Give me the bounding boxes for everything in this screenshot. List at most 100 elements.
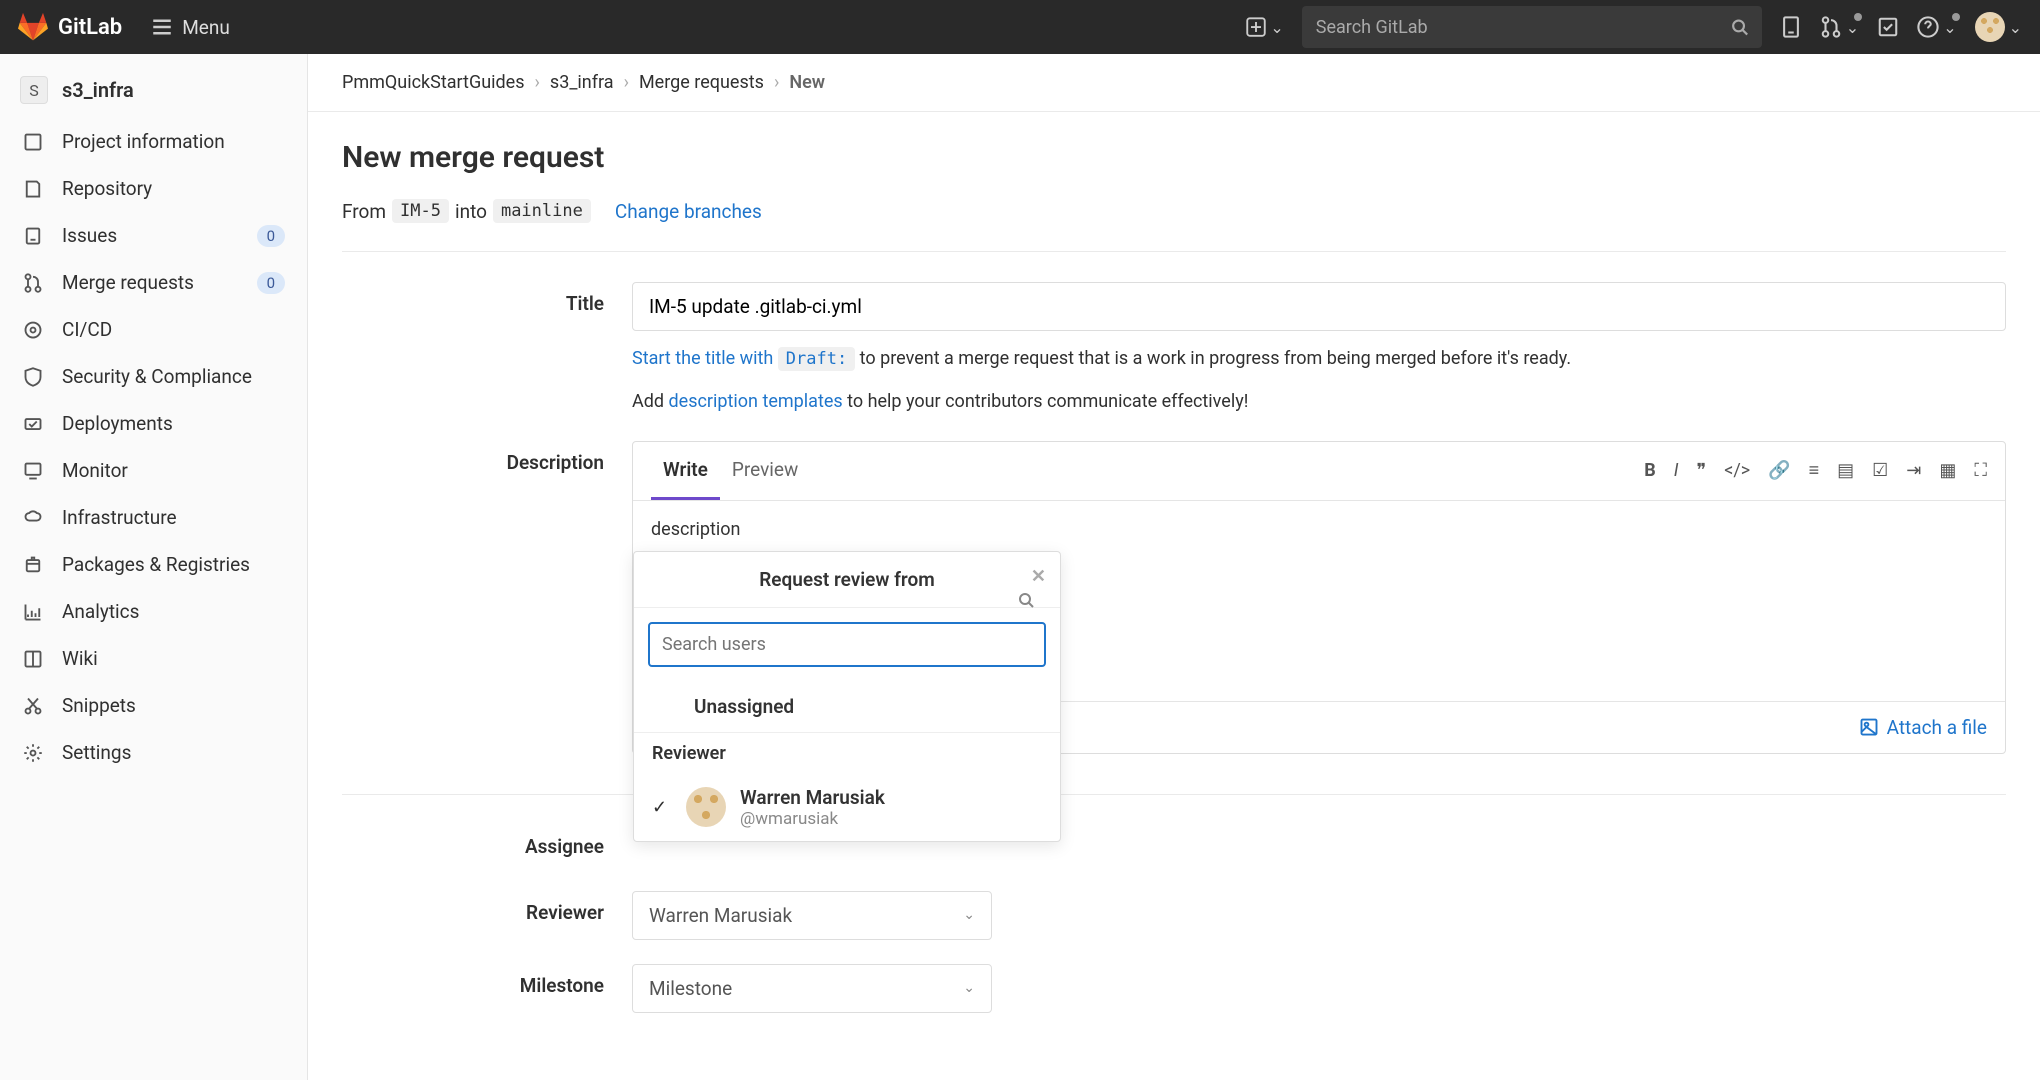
search-input[interactable] <box>1316 17 1731 38</box>
preview-tab[interactable]: Preview <box>720 442 810 500</box>
add-label: Add <box>632 391 669 412</box>
help-icon <box>1917 16 1939 38</box>
numbered-list-icon[interactable]: ▤ <box>1837 460 1854 481</box>
search-icon <box>1731 18 1748 36</box>
reviewer-dropdown: Request review from ✕ Unassigned Reviewe… <box>633 551 1061 842</box>
sidebar-item-packages[interactable]: Packages & Registries <box>0 541 307 588</box>
attach-file-button[interactable]: Attach a file <box>1859 716 1987 739</box>
sidebar-item-project-information[interactable]: Project information <box>0 118 307 165</box>
gear-icon <box>22 742 44 764</box>
milestone-select[interactable]: Milestone⌄ <box>632 964 992 1013</box>
sidebar-item-label: Settings <box>62 741 131 764</box>
sidebar: S s3_infra Project information Repositor… <box>0 54 308 1080</box>
avatar <box>686 787 726 827</box>
shield-icon <box>22 366 44 388</box>
user-search-input[interactable] <box>648 622 1046 667</box>
milestone-value: Milestone <box>649 977 732 1000</box>
draft-prefix-link[interactable]: Start the title with <box>632 348 778 369</box>
user-menu[interactable]: ⌄ <box>1975 12 2022 42</box>
sidebar-item-label: Snippets <box>62 694 136 717</box>
italic-icon[interactable]: I <box>1674 460 1679 481</box>
merge-requests-shortcut[interactable]: ⌄ <box>1820 16 1859 38</box>
document-icon <box>1780 16 1802 38</box>
logo-area[interactable]: GitLab <box>18 12 122 42</box>
issues-shortcut[interactable] <box>1780 16 1802 38</box>
sidebar-item-merge-requests[interactable]: Merge requests0 <box>0 259 307 306</box>
task-list-icon[interactable]: ☑ <box>1872 460 1888 481</box>
sidebar-item-wiki[interactable]: Wiki <box>0 635 307 682</box>
template-helper: Add description templates to help your c… <box>632 388 2006 417</box>
reviewer-select[interactable]: Warren Marusiak⌄ <box>632 891 992 940</box>
description-editor: Write Preview B I ❞ </> 🔗 ≡ ▤ ☑ <box>632 441 2006 754</box>
indent-icon[interactable]: ⇥ <box>1906 460 1921 481</box>
bullet-list-icon[interactable]: ≡ <box>1809 460 1820 481</box>
topbar: GitLab Menu ⌄ ⌄ ⌄ ⌄ <box>0 0 2040 54</box>
sidebar-item-security[interactable]: Security & Compliance <box>0 353 307 400</box>
brand-name: GitLab <box>58 15 122 40</box>
template-link[interactable]: description templates <box>669 391 843 412</box>
help-dropdown[interactable]: ⌄ <box>1917 16 1956 38</box>
breadcrumb-link[interactable]: s3_infra <box>550 72 614 93</box>
sidebar-item-repository[interactable]: Repository <box>0 165 307 212</box>
sidebar-item-analytics[interactable]: Analytics <box>0 588 307 635</box>
milestone-label: Milestone <box>342 964 632 1013</box>
sidebar-item-label: Infrastructure <box>62 506 177 529</box>
page-title: New merge request <box>342 140 2006 175</box>
editor-toolbar: B I ❞ </> 🔗 ≡ ▤ ☑ ⇥ ▦ ⛶ <box>1644 460 1987 481</box>
sidebar-item-label: Project information <box>62 130 225 153</box>
image-icon <box>1859 717 1879 737</box>
project-badge: S <box>20 76 48 104</box>
target-branch: mainline <box>493 199 591 223</box>
todo-icon <box>1877 16 1899 38</box>
breadcrumb-link[interactable]: Merge requests <box>639 72 764 93</box>
from-label: From <box>342 200 386 223</box>
write-tab[interactable]: Write <box>651 442 720 500</box>
dropdown-title: Request review from ✕ <box>634 552 1060 608</box>
plus-square-icon <box>1246 17 1266 37</box>
quote-icon[interactable]: ❞ <box>1697 460 1707 481</box>
sidebar-item-label: CI/CD <box>62 318 112 341</box>
infrastructure-icon <box>22 507 44 529</box>
change-branches-link[interactable]: Change branches <box>615 200 762 223</box>
issues-icon <box>22 225 44 247</box>
sidebar-item-deployments[interactable]: Deployments <box>0 400 307 447</box>
analytics-icon <box>22 601 44 623</box>
cicd-icon <box>22 319 44 341</box>
sidebar-project[interactable]: S s3_infra <box>0 62 307 118</box>
title-input[interactable] <box>632 282 2006 331</box>
merge-icon <box>1820 16 1842 38</box>
project-name: s3_infra <box>62 78 134 102</box>
sidebar-item-label: Wiki <box>62 647 98 670</box>
new-dropdown[interactable]: ⌄ <box>1246 17 1283 37</box>
sidebar-item-snippets[interactable]: Snippets <box>0 682 307 729</box>
merge-icon <box>22 272 44 294</box>
unassigned-option[interactable]: Unassigned <box>634 681 1060 732</box>
breadcrumb: PmmQuickStartGuides › s3_infra › Merge r… <box>308 54 2040 112</box>
code-icon[interactable]: </> <box>1724 460 1750 481</box>
sidebar-item-infrastructure[interactable]: Infrastructure <box>0 494 307 541</box>
count-badge: 0 <box>257 272 285 294</box>
todos-shortcut[interactable] <box>1877 16 1899 38</box>
sidebar-item-settings[interactable]: Settings <box>0 729 307 776</box>
menu-toggle[interactable]: Menu <box>152 16 230 39</box>
user-option[interactable]: ✓ Warren Marusiak @wmarusiak <box>634 774 1060 841</box>
bold-icon[interactable]: B <box>1644 460 1656 481</box>
link-icon[interactable]: 🔗 <box>1768 460 1790 481</box>
sidebar-item-issues[interactable]: Issues0 <box>0 212 307 259</box>
table-icon[interactable]: ▦ <box>1939 460 1956 481</box>
search-icon <box>1018 592 1034 613</box>
check-icon: ✓ <box>652 797 672 818</box>
sidebar-item-label: Monitor <box>62 459 128 482</box>
sidebar-item-cicd[interactable]: CI/CD <box>0 306 307 353</box>
assignee-label: Assignee <box>342 825 632 867</box>
search-box[interactable] <box>1302 6 1762 48</box>
close-icon[interactable]: ✕ <box>1031 566 1046 587</box>
user-handle: @wmarusiak <box>740 809 885 829</box>
fullscreen-icon[interactable]: ⛶ <box>1974 460 1987 481</box>
description-textarea[interactable]: description Request review from ✕ <box>633 501 2005 701</box>
user-name: Warren Marusiak <box>740 786 885 809</box>
avatar <box>1975 12 2005 42</box>
into-label: into <box>455 200 487 223</box>
breadcrumb-link[interactable]: PmmQuickStartGuides <box>342 72 525 93</box>
sidebar-item-monitor[interactable]: Monitor <box>0 447 307 494</box>
